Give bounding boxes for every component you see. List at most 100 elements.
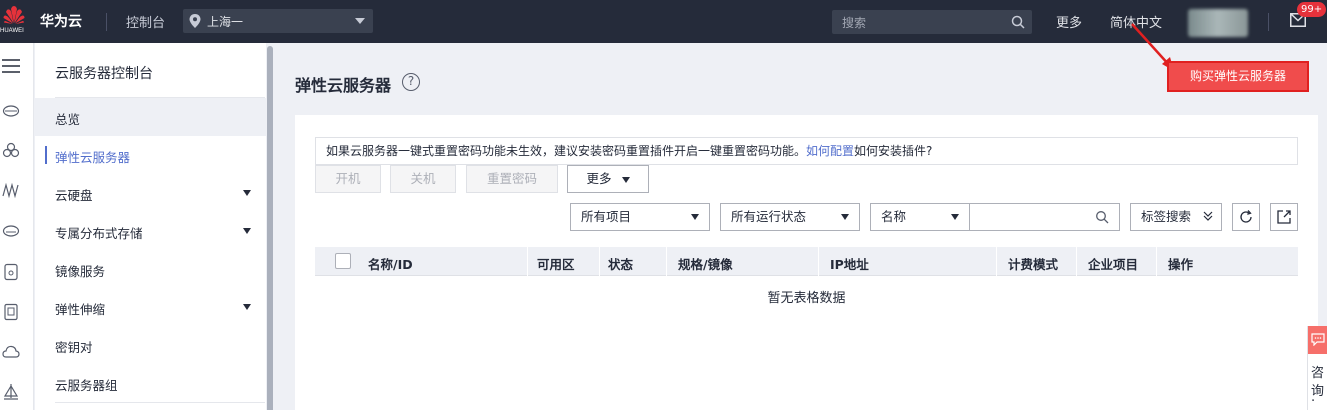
search-placeholder: 搜索 xyxy=(842,16,867,30)
sidebar-item-as[interactable]: 弹性伸缩 xyxy=(35,288,267,326)
region-selector[interactable]: 上海一 xyxy=(183,9,373,33)
consult-header xyxy=(1308,326,1327,354)
consult-label: · xyxy=(1311,394,1316,409)
cloud-server-icon[interactable] xyxy=(2,101,20,119)
project-filter-select[interactable]: 所有项目 xyxy=(570,203,710,231)
more-menu[interactable]: 更多 xyxy=(1056,12,1082,31)
storage-icon[interactable] xyxy=(2,263,20,281)
sidebar-item-ims[interactable]: 镜像服务 xyxy=(35,250,267,288)
chat-icon xyxy=(1311,333,1325,346)
chevron-down-icon xyxy=(243,304,251,310)
instance-search-input[interactable] xyxy=(969,203,1120,231)
sidebar-item-keypair[interactable]: 密钥对 xyxy=(35,326,267,364)
service-icon-rail xyxy=(0,43,34,410)
hamburger-menu-icon[interactable] xyxy=(1,57,21,75)
network-icon[interactable] xyxy=(2,181,20,199)
phone-icon[interactable] xyxy=(2,303,20,321)
cloud-disk-icon[interactable] xyxy=(2,221,20,239)
password-reset-tip: 如果云服务器一键式重置密码功能未生效，建议安装密码重置插件开启一键重置密码功能。… xyxy=(315,137,1298,165)
chevron-down-icon xyxy=(951,214,959,220)
column-divider xyxy=(666,247,667,276)
buy-ecs-button[interactable]: 购买弹性云服务器 xyxy=(1167,61,1309,92)
select-all-checkbox[interactable] xyxy=(335,253,351,269)
column-header-billing[interactable]: 计费模式 xyxy=(1008,254,1058,273)
column-divider xyxy=(1156,247,1157,276)
sidebar: 云服务器控制台 总览 弹性云服务器 云硬盘 专属分布式存储 镜像服务 弹性伸缩 … xyxy=(35,43,267,410)
search-field-select[interactable]: 名称 xyxy=(870,203,970,231)
chevron-down-icon xyxy=(841,214,849,220)
huawei-logo-text: HUAWEI xyxy=(0,28,24,34)
sidebar-item-evs[interactable]: 云硬盘 xyxy=(35,174,267,212)
column-header-status[interactable]: 状态 xyxy=(608,254,633,273)
export-button[interactable] xyxy=(1270,203,1298,231)
reset-password-button[interactable]: 重置密码 xyxy=(466,165,558,193)
search-field-value: 名称 xyxy=(881,209,907,224)
column-header-az[interactable]: 可用区 xyxy=(537,254,575,273)
empty-table-message: 暂无表格数据 xyxy=(767,291,846,306)
column-divider xyxy=(599,247,600,276)
sidebar-item-overview[interactable]: 总览 xyxy=(35,98,267,136)
location-pin-icon xyxy=(189,14,201,28)
sidebar-title: 云服务器控制台 xyxy=(55,66,153,82)
console-link[interactable]: 控制台 xyxy=(126,12,165,31)
huawei-logo-icon xyxy=(3,6,25,24)
message-count-badge: 99+ xyxy=(1297,2,1327,17)
sidebar-item-label: 总览 xyxy=(55,112,81,127)
more-actions-label: 更多 xyxy=(586,171,612,186)
more-actions-button[interactable]: 更多 xyxy=(567,165,649,193)
double-chevron-down-icon xyxy=(1203,211,1213,221)
cluster-icon[interactable] xyxy=(2,141,20,159)
column-header-ip[interactable]: IP地址 xyxy=(830,254,869,273)
column-header-operation: 操作 xyxy=(1168,257,1194,272)
how-to-configure-link[interactable]: 如何配置 xyxy=(806,144,854,158)
consult-widget[interactable]: 咨 询 · xyxy=(1307,326,1327,410)
huawei-logo[interactable]: HUAWEI xyxy=(0,3,28,39)
sidebar-item-label: 密钥对 xyxy=(55,340,93,355)
column-divider xyxy=(818,247,819,276)
sidebar-item-label: 弹性云服务器 xyxy=(55,150,131,165)
sidebar-item-label: 镜像服务 xyxy=(55,264,106,279)
divider xyxy=(55,402,265,403)
sidebar-item-label: 专属分布式存储 xyxy=(55,226,143,241)
user-avatar[interactable] xyxy=(1188,9,1248,37)
status-filter-value: 所有运行状态 xyxy=(731,209,807,224)
tip-text: 如果云服务器一键式重置密码功能未生效，建议安装密码重置插件开启一键重置密码功能。 xyxy=(326,144,807,158)
sidebar-item-label: 云服务器组 xyxy=(55,378,118,393)
chevron-down-icon xyxy=(355,18,365,24)
status-filter-select[interactable]: 所有运行状态 xyxy=(720,203,860,231)
global-search-input[interactable]: 搜索 xyxy=(832,10,1032,34)
chevron-down-icon xyxy=(243,190,251,196)
sidebar-item-dss[interactable]: 专属分布式存储 xyxy=(35,212,267,250)
help-icon[interactable]: ? xyxy=(402,73,420,91)
chevron-down-icon xyxy=(691,214,699,220)
column-header-name[interactable]: 名称/ID xyxy=(368,254,413,273)
tip-suffix: 如何安装插件? xyxy=(854,144,933,158)
sidebar-item-server-group[interactable]: 云服务器组 xyxy=(35,364,267,402)
column-divider xyxy=(1076,247,1077,276)
consult-label: 咨 xyxy=(1311,366,1325,381)
search-icon[interactable] xyxy=(1010,14,1026,30)
sidebar-scrollbar[interactable] xyxy=(266,43,274,410)
region-label: 上海一 xyxy=(207,15,244,29)
stop-button[interactable]: 关机 xyxy=(390,165,456,193)
brand-name[interactable]: 华为云 xyxy=(40,11,82,31)
divider xyxy=(106,13,107,31)
search-icon[interactable] xyxy=(1095,210,1109,224)
sailboat-icon[interactable] xyxy=(2,383,20,401)
page-title: 弹性云服务器 xyxy=(295,76,392,95)
column-divider xyxy=(527,247,528,276)
tag-search-button[interactable]: 标签搜索 xyxy=(1130,203,1222,231)
project-filter-value: 所有项目 xyxy=(581,209,632,224)
start-button[interactable]: 开机 xyxy=(315,165,381,193)
active-indicator xyxy=(45,146,47,164)
table-header: 名称/ID 可用区 状态 规格/镜像 IP地址 计费模式 企业项目 操作 xyxy=(315,247,1298,276)
column-header-spec[interactable]: 规格/镜像 xyxy=(678,254,733,273)
sidebar-item-label: 云硬盘 xyxy=(55,188,93,203)
cloud-icon[interactable] xyxy=(2,343,20,361)
refresh-icon xyxy=(1240,210,1252,223)
column-header-enterprise-project[interactable]: 企业项目 xyxy=(1088,254,1138,273)
sidebar-item-ecs[interactable]: 弹性云服务器 xyxy=(35,136,267,174)
tag-search-label: 标签搜索 xyxy=(1141,209,1192,224)
refresh-button[interactable] xyxy=(1232,203,1260,231)
scrollbar-thumb[interactable] xyxy=(267,46,273,410)
